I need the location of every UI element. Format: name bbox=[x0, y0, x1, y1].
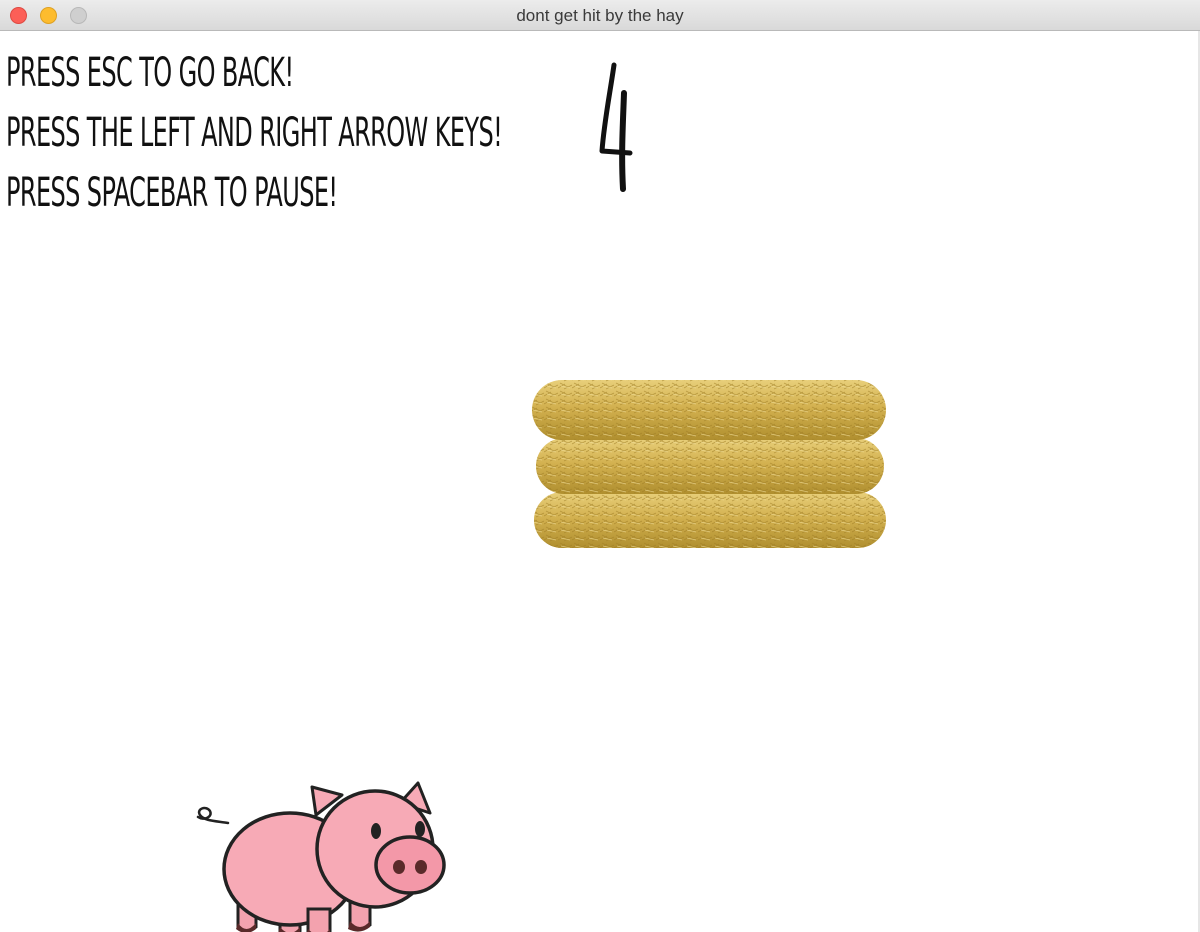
pig-player bbox=[190, 751, 455, 932]
game-window: dont get hit by the hay PRESS ESC TO GO … bbox=[0, 0, 1200, 932]
countdown-counter: 4 bbox=[590, 53, 650, 193]
instruction-arrows: PRESS THE LEFT AND RIGHT ARROW KEYS! bbox=[6, 110, 503, 156]
hay-bale-middle bbox=[536, 438, 884, 494]
hay-bale-bottom bbox=[534, 492, 886, 548]
counter-glyph bbox=[599, 62, 633, 192]
title-bar: dont get hit by the hay bbox=[0, 0, 1200, 31]
instructions: PRESS ESC TO GO BACK! PRESS THE LEFT AND… bbox=[6, 43, 833, 223]
window-title: dont get hit by the hay bbox=[516, 6, 684, 25]
game-canvas[interactable]: PRESS ESC TO GO BACK! PRESS THE LEFT AND… bbox=[0, 31, 1200, 932]
hay-bale-top bbox=[532, 380, 886, 440]
instruction-esc: PRESS ESC TO GO BACK! bbox=[6, 50, 294, 96]
instruction-pause: PRESS SPACEBAR TO PAUSE! bbox=[6, 170, 338, 216]
hay-bale-stack bbox=[530, 374, 890, 554]
